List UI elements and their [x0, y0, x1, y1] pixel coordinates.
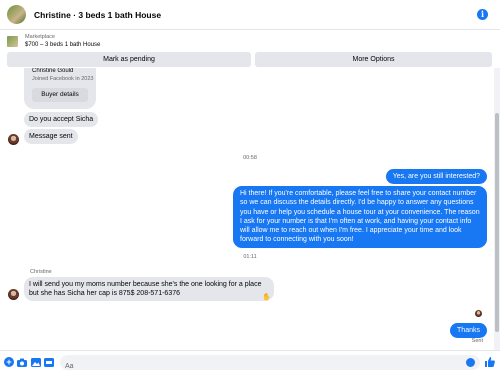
buyer-joined: Joined Facebook in 2023: [32, 76, 94, 82]
message-incoming[interactable]: Do you accept Sicha: [24, 112, 99, 127]
message-status: Sent: [471, 338, 483, 344]
message-input-box[interactable]: [60, 355, 480, 373]
image-icon[interactable]: [31, 357, 41, 367]
thumbs-up-icon[interactable]: [485, 357, 495, 367]
camera-icon[interactable]: [17, 357, 27, 367]
message-outgoing[interactable]: Thanks: [450, 323, 487, 339]
timestamp: 01:11: [243, 254, 257, 260]
mark-as-pending-button[interactable]: Mark as pending: [7, 52, 251, 67]
gif-icon[interactable]: [44, 357, 54, 367]
chat-header: Christine · 3 beds 1 bath House i: [0, 0, 500, 30]
plus-icon[interactable]: +: [4, 357, 14, 367]
timestamp: 00:58: [243, 155, 257, 161]
message-outgoing[interactable]: Yes, are you still interested?: [385, 169, 487, 185]
wave-icon: ✋: [262, 294, 271, 301]
scrollbar-thumb[interactable]: [495, 113, 499, 332]
sender-name: Christine: [30, 269, 52, 275]
more-options-button[interactable]: More Options: [255, 52, 492, 67]
buyer-details-button[interactable]: Buyer details: [32, 88, 88, 102]
listing-label: Marketplace: [25, 34, 55, 40]
message-incoming[interactable]: Message sent: [24, 129, 78, 144]
listing-subtitle: $700 – 3 beds 1 bath House: [25, 42, 101, 48]
message-outgoing[interactable]: Hi there! If you're comfortable, please …: [233, 186, 487, 248]
listing-thumbnail: [7, 35, 18, 47]
marketplace-listing[interactable]: Marketplace $700 – 3 beds 1 bath House: [0, 31, 500, 51]
seen-avatar: [475, 310, 482, 317]
contact-avatar[interactable]: [7, 5, 26, 24]
chat-title[interactable]: Christine · 3 beds 1 bath House: [34, 10, 161, 20]
contact-avatar[interactable]: [8, 289, 19, 300]
composer: +: [0, 350, 500, 373]
message-input[interactable]: [60, 359, 440, 373]
info-icon[interactable]: i: [477, 9, 488, 20]
contact-avatar[interactable]: [8, 134, 19, 145]
emoji-icon[interactable]: [466, 358, 475, 367]
message-list[interactable]: Christine Gould Joined Facebook in 2023 …: [0, 68, 500, 350]
buyer-name: Christine Gould: [32, 68, 74, 74]
buyer-card: Christine Gould Joined Facebook in 2023 …: [24, 68, 96, 109]
message-incoming[interactable]: I will send you my moms number because s…: [24, 277, 274, 301]
